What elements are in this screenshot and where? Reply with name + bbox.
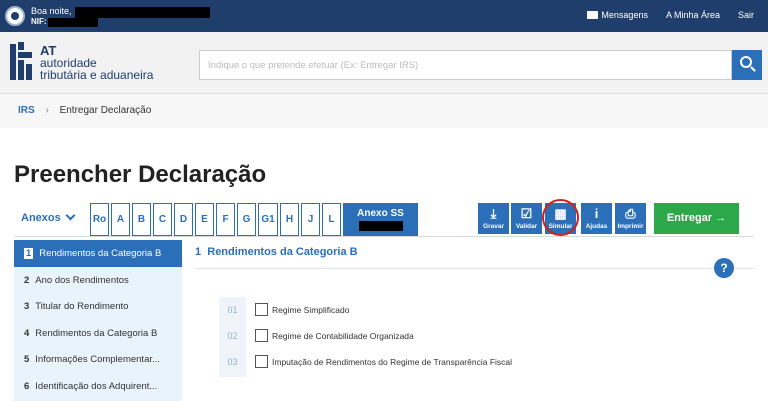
tab-b[interactable]: B <box>132 203 151 236</box>
info-icon: i <box>594 206 599 221</box>
top-bar: Boa noite, NIF: Mensagens A Minha Área S… <box>0 0 768 32</box>
sidebar-item-label: Rendimentos da Categoria B <box>35 327 158 339</box>
tab-l[interactable]: L <box>322 203 341 236</box>
sidebar-item-2[interactable]: 2 Ano dos Rendimentos <box>14 267 182 294</box>
sidebar-item-num: 4 <box>24 327 30 339</box>
option-number: 02 <box>219 325 246 347</box>
divider <box>14 236 754 237</box>
section-divider <box>195 268 755 269</box>
sidebar-item-label: Titular do Rendimento <box>35 301 129 313</box>
imprimir-button[interactable]: ⎙ Imprimir <box>615 203 646 234</box>
tab-a[interactable]: A <box>111 203 130 236</box>
option-number: 01 <box>219 299 246 321</box>
chevron-down-icon <box>65 210 76 221</box>
anexos-label: Anexos <box>21 212 61 224</box>
ajudas-button[interactable]: i Ajudas <box>581 203 612 234</box>
page-title: Preencher Declaração <box>14 161 267 188</box>
transparencia-fiscal-checkbox[interactable] <box>255 355 268 368</box>
nif-label: NIF: <box>31 17 47 26</box>
search-icon-handle <box>750 66 756 72</box>
anexo-ss-label: Anexo SS <box>357 208 404 219</box>
tab-g1[interactable]: G1 <box>258 203 278 236</box>
section-title-text: Rendimentos da Categoria B <box>207 246 358 258</box>
sidebar-item-num: 1 <box>24 248 34 259</box>
top-links: Mensagens A Minha Área Sair <box>587 10 754 20</box>
sidebar-item-num: 2 <box>24 274 30 286</box>
messages-label: Mensagens <box>601 10 648 20</box>
site-header: AT autoridade tributária e aduaneira Ind… <box>0 32 768 94</box>
sidebar-item-label: Rendimentos da Categoria B <box>39 248 162 259</box>
tab-anexo-ss[interactable]: Anexo SS <box>343 203 418 236</box>
sidebar-item-num: 3 <box>24 301 30 313</box>
imprimir-label: Imprimir <box>617 223 644 230</box>
help-icon[interactable]: ? <box>714 258 734 278</box>
tab-c[interactable]: C <box>153 203 172 236</box>
section-title: 1 Rendimentos da Categoria B <box>195 246 358 258</box>
search-button[interactable] <box>732 50 762 80</box>
sidebar-item-label: Informações Complementar... <box>35 354 160 366</box>
redacted-name <box>75 7 210 18</box>
option-label: Regime de Contabilidade Organizada <box>272 331 414 341</box>
option-label: Regime Simplificado <box>272 305 350 315</box>
validar-label: Validar <box>515 223 538 230</box>
breadcrumb: IRS › Entregar Declaração <box>0 94 768 128</box>
tab-f[interactable]: F <box>216 203 235 236</box>
tab-g[interactable]: G <box>237 203 256 236</box>
printer-icon: ⎙ <box>625 206 636 221</box>
sidebar-item-label: Identificação dos Adquirent... <box>35 380 158 392</box>
redacted-ss <box>359 221 403 231</box>
logout-link[interactable]: Sair <box>738 10 754 20</box>
user-avatar-icon <box>5 6 25 26</box>
sidebar-item-label: Ano dos Rendimentos <box>35 274 129 286</box>
gravar-label: Gravar <box>483 223 504 230</box>
validar-button[interactable]: ☑ Validar <box>511 203 542 234</box>
gravar-button[interactable]: ⤓ Gravar <box>478 203 509 234</box>
sidebar-item-6[interactable]: 6 Identificação dos Adquirent... <box>14 373 182 400</box>
at-logo-icon[interactable] <box>10 42 32 80</box>
ajudas-label: Ajudas <box>585 223 608 230</box>
breadcrumb-chevron-icon: › <box>45 105 49 116</box>
redacted-nif <box>48 18 98 27</box>
contabilidade-organizada-checkbox[interactable] <box>255 329 268 342</box>
sidebar-item-4[interactable]: 4 Rendimentos da Categoria B <box>14 320 182 347</box>
my-area-link[interactable]: A Minha Área <box>666 10 720 20</box>
sidebar-item-5[interactable]: 5 Informações Complementar... <box>14 346 182 373</box>
logo-text[interactable]: AT autoridade tributária e aduaneira <box>40 44 154 82</box>
entregar-button[interactable]: Entregar → <box>654 203 739 234</box>
envelope-icon <box>587 11 599 19</box>
sidebar-item-3[interactable]: 3 Titular do Rendimento <box>14 293 182 320</box>
messages-link[interactable]: Mensagens <box>587 10 648 20</box>
logo-line3: tributária e aduaneira <box>40 68 154 82</box>
tab-j[interactable]: J <box>301 203 320 236</box>
search-input[interactable]: Indique o que pretende efetuar (Ex: Entr… <box>199 50 732 80</box>
anexo-tabs: Ro A B C D E F G G1 H J L <box>90 203 341 236</box>
highlight-circle <box>542 199 579 236</box>
tab-h[interactable]: H <box>280 203 299 236</box>
greeting: Boa noite, <box>31 6 72 16</box>
regime-simplificado-checkbox[interactable] <box>255 303 268 316</box>
tab-e[interactable]: E <box>195 203 214 236</box>
sidebar-item-num: 5 <box>24 354 30 366</box>
sidebar: 1 Rendimentos da Categoria B 2 Ano dos Ren… <box>14 240 182 401</box>
anexos-dropdown[interactable]: Anexos <box>21 210 76 224</box>
breadcrumb-irs[interactable]: IRS <box>18 105 35 116</box>
tab-ro[interactable]: Ro <box>90 203 109 236</box>
option-label: Imputação de Rendimentos do Regime de Tr… <box>272 357 513 367</box>
sidebar-item-num: 6 <box>24 380 30 392</box>
download-icon: ⤓ <box>490 206 497 221</box>
option-number: 03 <box>219 351 246 373</box>
sidebar-item-1[interactable]: 1 Rendimentos da Categoria B <box>14 240 182 267</box>
check-icon: ☑ <box>520 206 533 221</box>
breadcrumb-current: Entregar Declaração <box>59 105 152 116</box>
section-number: 1 <box>195 246 202 258</box>
tab-d[interactable]: D <box>174 203 193 236</box>
